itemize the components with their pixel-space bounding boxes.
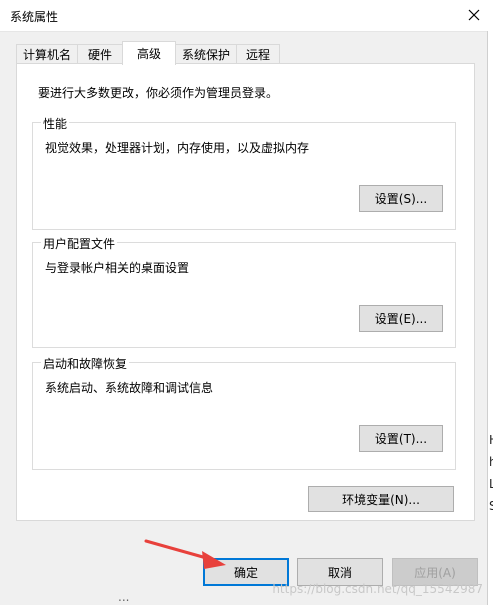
- red-arrow-annotation: [144, 539, 226, 569]
- close-icon: [468, 9, 480, 21]
- tab-remote[interactable]: 远程: [236, 44, 280, 64]
- performance-group: 性能 视觉效果，处理器计划，内存使用，以及虚拟内存 设置(S)...: [32, 115, 456, 230]
- tab-advanced[interactable]: 高级: [122, 41, 176, 65]
- admin-notice: 要进行大多数更改，你必须作为管理员登录。: [38, 86, 279, 100]
- background-char: h: [489, 455, 493, 469]
- startup-recovery-settings-button[interactable]: 设置(T)...: [359, 425, 443, 452]
- performance-desc: 视觉效果，处理器计划，内存使用，以及虚拟内存: [45, 141, 310, 155]
- title-bar: 系统属性: [0, 0, 493, 32]
- performance-settings-button[interactable]: 设置(S)...: [359, 185, 443, 212]
- tab-hardware[interactable]: 硬件: [77, 44, 123, 64]
- tab-system-protection[interactable]: 系统保护: [175, 44, 237, 64]
- performance-title: 性能: [41, 115, 70, 132]
- tab-panel-advanced: 要进行大多数更改，你必须作为管理员登录。 性能 视觉效果，处理器计划，内存使用，…: [16, 63, 475, 521]
- user-profiles-title: 用户配置文件: [41, 235, 118, 252]
- startup-recovery-group: 启动和故障恢复 系统启动、系统故障和调试信息 设置(T)...: [32, 355, 456, 470]
- background-window-edge: [487, 31, 493, 605]
- startup-recovery-title: 启动和故障恢复: [41, 355, 130, 372]
- user-profiles-desc: 与登录帐户相关的桌面设置: [45, 261, 190, 275]
- tab-computer-name[interactable]: 计算机名: [16, 44, 78, 64]
- environment-variables-button[interactable]: 环境变量(N)...: [308, 486, 454, 512]
- background-char: L: [489, 477, 493, 491]
- background-char: S: [489, 499, 493, 513]
- user-profiles-settings-button[interactable]: 设置(E)...: [359, 305, 443, 332]
- close-button[interactable]: [463, 4, 485, 26]
- user-profiles-group: 用户配置文件 与登录帐户相关的桌面设置 设置(E)...: [32, 235, 456, 348]
- background-text: ...: [118, 590, 130, 604]
- background-char: H: [489, 433, 493, 447]
- startup-recovery-desc: 系统启动、系统故障和调试信息: [45, 381, 214, 395]
- watermark: https://blog.csdn.net/qq_15542987: [272, 582, 483, 596]
- window-title: 系统属性: [10, 10, 59, 24]
